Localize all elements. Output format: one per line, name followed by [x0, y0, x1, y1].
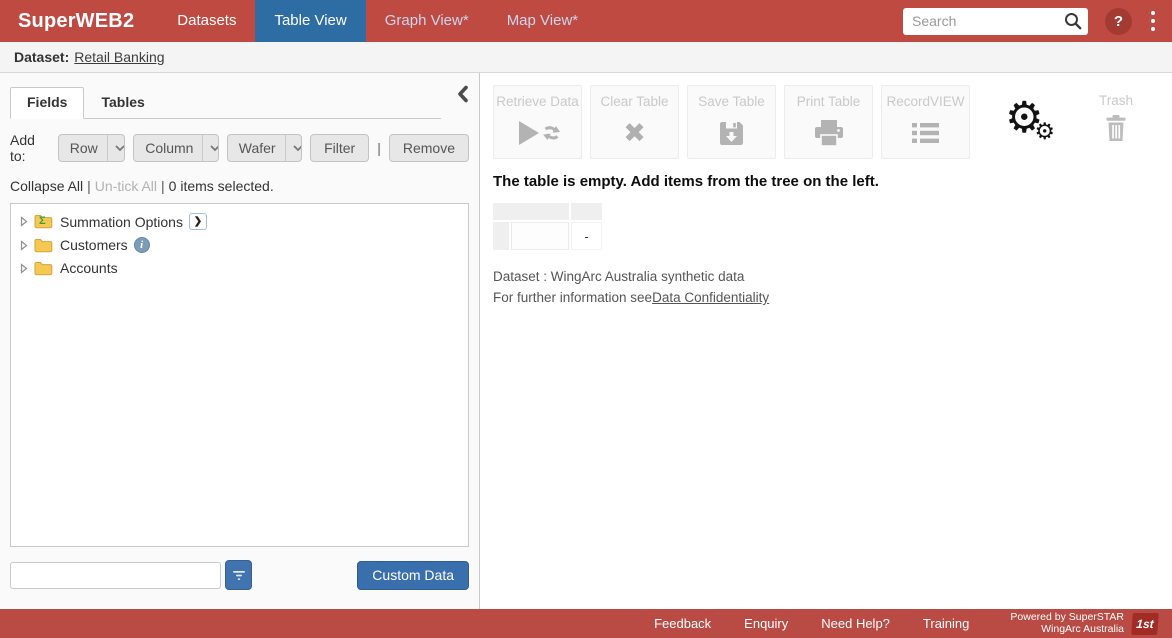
search-icon[interactable]: [1064, 12, 1082, 30]
summation-options-chevron-button[interactable]: ❯: [189, 213, 207, 230]
dataset-breadcrumb: Dataset: Retail Banking: [0, 42, 1172, 73]
nav-item-graph-view[interactable]: Graph View*: [366, 0, 488, 42]
recordview-button[interactable]: RecordVIEW: [881, 85, 970, 159]
tree-item-summation-options[interactable]: Σ Summation Options ❯: [11, 210, 468, 234]
tree-item-label[interactable]: Summation Options: [60, 214, 183, 230]
tree-search-input[interactable]: [10, 562, 221, 589]
field-tree: Σ Summation Options ❯ Customers i: [10, 203, 469, 547]
dataset-label: Dataset:: [14, 49, 69, 65]
dataset-info-block: Dataset : WingArc Australia synthetic da…: [493, 266, 1172, 308]
record-list-icon: [882, 117, 969, 149]
expand-arrow-icon[interactable]: [20, 216, 28, 227]
add-to-toolbar: Add to: Row Column Wafer Filter | Remove: [0, 119, 479, 172]
top-navbar: SuperWEB2 Datasets Table View Graph View…: [0, 0, 1172, 42]
tree-item-label[interactable]: Customers: [60, 237, 128, 253]
table-header-cell: [571, 203, 602, 220]
panel-tabs: Fields Tables: [10, 87, 441, 119]
tab-tables[interactable]: Tables: [84, 87, 161, 118]
footer-bar: Feedback Enquiry Need Help? Training Pow…: [0, 609, 1172, 638]
printer-icon: [785, 117, 872, 149]
tree-item-customers[interactable]: Customers i: [11, 234, 468, 257]
table-stub-cell: [493, 222, 509, 250]
save-table-button[interactable]: Save Table: [687, 85, 776, 159]
footer-link-feedback[interactable]: Feedback: [654, 616, 711, 631]
save-icon: [688, 117, 775, 149]
collapse-all-link[interactable]: Collapse All: [10, 178, 83, 194]
powered-by-text: Powered by SuperSTAR WingArc Australia: [1010, 612, 1124, 635]
dataset-info-line: Dataset : WingArc Australia synthetic da…: [493, 266, 1172, 287]
footer-link-enquiry[interactable]: Enquiry: [744, 616, 788, 631]
row-dropdown-caret-icon[interactable]: [107, 135, 125, 161]
filter-button[interactable]: Filter: [310, 134, 369, 162]
empty-table-message: The table is empty. Add items from the t…: [493, 173, 1172, 190]
print-table-button[interactable]: Print Table: [784, 85, 873, 159]
table-header-cell: [493, 203, 569, 220]
wafer-dropdown-caret-icon[interactable]: [285, 135, 303, 161]
info-icon[interactable]: i: [134, 237, 150, 253]
superweb2-app: SuperWEB2 Datasets Table View Graph View…: [0, 0, 1172, 638]
clear-table-button[interactable]: Clear Table ✖: [590, 85, 679, 159]
tab-fields[interactable]: Fields: [10, 87, 84, 119]
tree-actions-bar: Collapse All|Un-tick All|0 items selecte…: [0, 172, 479, 203]
nav-item-map-view[interactable]: Map View*: [488, 0, 597, 42]
nav-item-datasets[interactable]: Datasets: [158, 0, 255, 42]
tree-item-label[interactable]: Accounts: [60, 260, 118, 276]
app-logo: SuperWEB2: [18, 10, 134, 33]
data-confidentiality-link[interactable]: Data Confidentiality: [652, 290, 769, 305]
folder-icon: [34, 238, 53, 253]
empty-table-skeleton: -: [493, 203, 1172, 250]
toolbar-divider: |: [377, 140, 381, 156]
nav-item-table-view[interactable]: Table View: [255, 0, 365, 42]
summation-folder-icon: Σ: [34, 214, 53, 229]
footer-link-training[interactable]: Training: [923, 616, 969, 631]
remove-button[interactable]: Remove: [389, 134, 469, 162]
table-view-panel: Retrieve Data Clear Table ✖ Save Table: [480, 73, 1172, 609]
column-dropdown-caret-icon[interactable]: [202, 135, 218, 161]
clear-x-icon: ✖: [623, 120, 646, 147]
confidentiality-line: For further information seeData Confiden…: [493, 287, 1172, 308]
folder-icon: [34, 261, 53, 276]
footer-link-need-help[interactable]: Need Help?: [821, 616, 890, 631]
trash-button[interactable]: Trash: [1099, 85, 1133, 142]
overflow-menu-icon[interactable]: [1151, 11, 1155, 31]
expand-arrow-icon[interactable]: [20, 263, 28, 274]
tree-search-bar: Custom Data: [0, 560, 479, 590]
tree-item-accounts[interactable]: Accounts: [11, 257, 468, 280]
add-to-wafer-button[interactable]: Wafer: [227, 134, 302, 162]
retrieve-data-button[interactable]: Retrieve Data: [493, 85, 582, 159]
dataset-link[interactable]: Retail Banking: [74, 49, 164, 65]
field-tree-panel: Fields Tables Add to: Row Column Wafer: [0, 73, 480, 609]
play-refresh-icon: [494, 117, 581, 149]
collapse-panel-icon[interactable]: [456, 85, 469, 108]
add-to-column-button[interactable]: Column: [133, 134, 219, 162]
table-options-gear-icon[interactable]: ⚙ ⚙: [1005, 97, 1061, 140]
table-placeholder-cell: -: [571, 222, 602, 250]
global-search: [903, 8, 1088, 35]
help-icon[interactable]: ?: [1105, 8, 1132, 35]
table-cell: [511, 222, 569, 250]
superstar-logo: 1st: [1131, 613, 1159, 635]
add-to-row-button[interactable]: Row: [58, 134, 125, 162]
tree-filter-icon-button[interactable]: [225, 560, 252, 590]
trash-icon: [1099, 115, 1133, 142]
expand-arrow-icon[interactable]: [20, 240, 28, 251]
table-toolbar: Retrieve Data Clear Table ✖ Save Table: [493, 85, 1172, 159]
custom-data-button[interactable]: Custom Data: [357, 561, 469, 590]
navbar-right-group: ?: [903, 0, 1172, 42]
sigma-icon: Σ: [39, 215, 46, 227]
add-to-label: Add to:: [10, 132, 50, 164]
selection-status: 0 items selected.: [169, 178, 274, 194]
search-input[interactable]: [912, 13, 1064, 29]
main-area: Fields Tables Add to: Row Column Wafer: [0, 73, 1172, 609]
untick-all-link[interactable]: Un-tick All: [95, 178, 157, 194]
